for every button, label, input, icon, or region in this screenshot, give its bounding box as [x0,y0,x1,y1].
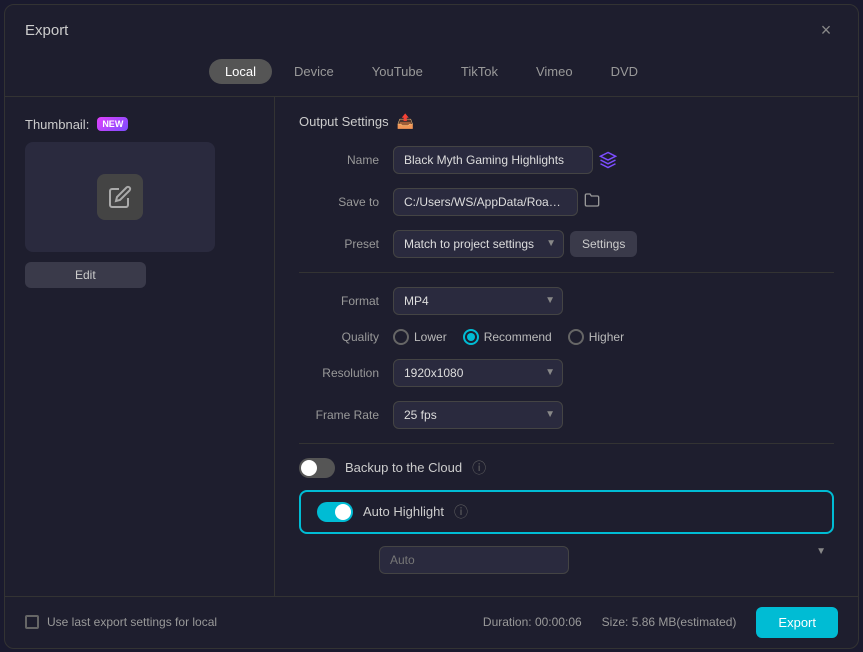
ai-button[interactable] [599,151,617,169]
quality-lower-radio[interactable] [393,329,409,345]
framerate-label: Frame Rate [299,408,379,422]
save-to-label: Save to [299,195,379,209]
auto-highlight-toggle[interactable] [317,502,353,522]
format-select[interactable]: MP4 [393,287,563,315]
size-text: Size: 5.86 MB(estimated) [602,615,737,629]
auto-highlight-label: Auto Highlight [363,504,444,519]
name-row: Name [299,146,834,174]
auto-chevron-icon: ▼ [816,546,826,557]
thumbnail-preview [25,142,215,252]
divider-2 [299,443,834,444]
auto-select-wrap: Auto ▼ [379,546,834,574]
framerate-select[interactable]: 25 fps [393,401,563,429]
footer-right: Duration: 00:00:06 Size: 5.86 MB(estimat… [483,607,838,638]
thumbnail-icon [97,174,143,220]
size-value: 5.86 MB(estimated) [632,615,737,629]
tab-tiktok[interactable]: TikTok [445,59,514,84]
format-row: Format MP4 ▼ [299,287,834,315]
duration-label: Duration: [483,615,532,629]
tab-local[interactable]: Local [209,59,272,84]
size-label: Size: [602,615,629,629]
quality-higher-text: Higher [589,330,624,344]
last-export-checkbox[interactable] [25,615,39,629]
resolution-label: Resolution [299,366,379,380]
preset-group: Match to project settings ▼ Settings [393,230,637,258]
name-input-group [393,146,617,174]
folder-button[interactable] [584,192,600,212]
backup-label: Backup to the Cloud [345,460,462,475]
preset-label: Preset [299,237,379,251]
auto-select[interactable]: Auto [379,546,569,574]
preset-select-wrap: Match to project settings ▼ [393,230,564,258]
resolution-select[interactable]: 1920x1080 [393,359,563,387]
export-dialog: Export × Local Device YouTube TikTok Vim… [4,4,859,649]
auto-highlight-thumb [335,504,351,520]
edit-button[interactable]: Edit [25,262,146,288]
divider-1 [299,272,834,273]
preset-row: Preset Match to project settings ▼ Setti… [299,230,834,258]
auto-highlight-box: Auto Highlight ⓘ [299,490,834,534]
export-button[interactable]: Export [756,607,838,638]
backup-row: Backup to the Cloud ⓘ [299,458,834,478]
preset-select[interactable]: Match to project settings [393,230,564,258]
close-button[interactable]: × [814,19,838,43]
footer: Use last export settings for local Durat… [5,596,858,648]
output-settings-icon: 📤 [397,113,414,130]
tab-bar: Local Device YouTube TikTok Vimeo DVD [5,53,858,96]
quality-recommend-label[interactable]: Recommend [463,329,552,345]
quality-recommend-dot [467,333,475,341]
quality-lower-label[interactable]: Lower [393,329,447,345]
save-to-group: C:/Users/WS/AppData/Roami... [393,188,600,216]
tab-device[interactable]: Device [278,59,350,84]
backup-toggle[interactable] [299,458,335,478]
duration-value: 00:00:06 [535,615,582,629]
output-settings-title: Output Settings 📤 [299,113,834,130]
left-panel: Thumbnail: NEW Edit [5,97,275,596]
dialog-title: Export [25,22,68,39]
quality-lower-text: Lower [414,330,447,344]
format-label: Format [299,294,379,308]
dialog-header: Export × [5,5,858,53]
format-select-wrap: MP4 ▼ [393,287,563,315]
new-badge: NEW [97,117,128,131]
backup-info-icon[interactable]: ⓘ [472,458,486,478]
quality-recommend-text: Recommend [484,330,552,344]
thumbnail-text: Thumbnail: [25,117,89,132]
tab-dvd[interactable]: DVD [595,59,654,84]
quality-label: Quality [299,330,379,344]
settings-button[interactable]: Settings [570,231,637,257]
name-input[interactable] [393,146,593,174]
section-title-text: Output Settings [299,114,389,129]
duration-text: Duration: 00:00:06 [483,615,582,629]
resolution-row: Resolution 1920x1080 ▼ [299,359,834,387]
quality-higher-label[interactable]: Higher [568,329,624,345]
footer-left: Use last export settings for local [25,615,217,629]
auto-highlight-info-icon[interactable]: ⓘ [454,502,468,522]
name-label: Name [299,153,379,167]
content-area: Thumbnail: NEW Edit Output Settings 📤 [5,96,858,596]
quality-recommend-radio[interactable] [463,329,479,345]
tab-vimeo[interactable]: Vimeo [520,59,589,84]
last-export-label: Use last export settings for local [47,615,217,629]
quality-row: Quality Lower Recommend [299,329,834,345]
quality-higher-radio[interactable] [568,329,584,345]
framerate-select-wrap: 25 fps ▼ [393,401,563,429]
quality-options: Lower Recommend Higher [393,329,624,345]
resolution-select-wrap: 1920x1080 ▼ [393,359,563,387]
save-to-row: Save to C:/Users/WS/AppData/Roami... [299,188,834,216]
backup-toggle-thumb [301,460,317,476]
tab-youtube[interactable]: YouTube [356,59,439,84]
save-to-input[interactable]: C:/Users/WS/AppData/Roami... [393,188,578,216]
thumbnail-label: Thumbnail: NEW [25,117,128,132]
framerate-row: Frame Rate 25 fps ▼ [299,401,834,429]
right-panel: Output Settings 📤 Name [275,97,858,596]
